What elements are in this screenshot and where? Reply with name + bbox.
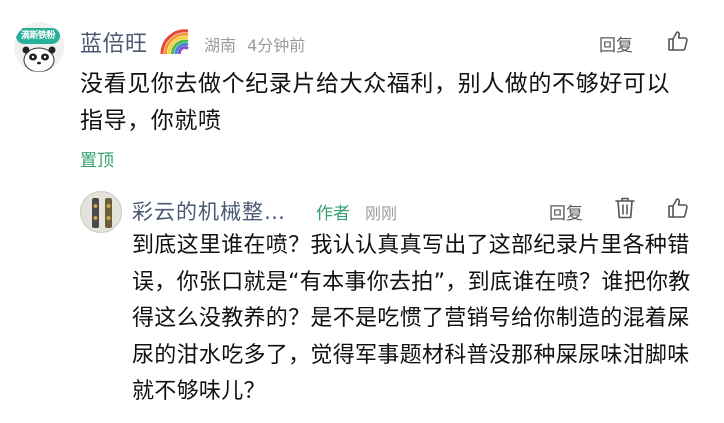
reply-avatar[interactable] — [80, 191, 122, 233]
reply-username[interactable]: 彩云的机械整… — [132, 196, 286, 226]
reply-thumbs-up-icon[interactable] — [666, 196, 690, 220]
comment-meta: 湖南 4分钟前 — [204, 32, 305, 56]
trash-icon[interactable] — [614, 196, 636, 220]
avatar-image-icon — [81, 192, 121, 232]
reply-time: 刚刚 — [365, 204, 398, 223]
thumbs-up-icon[interactable] — [666, 29, 690, 53]
comment-location: 湖南 — [204, 36, 237, 55]
pin-label[interactable]: 置顶 — [80, 146, 114, 171]
comment-body: 没看见你去做个纪录片给大众福利，别人做的不够好可以指导，你就喷 — [80, 71, 670, 134]
rainbow-icon — [160, 29, 189, 55]
avatar-panda-icon — [22, 46, 56, 72]
reply-body: 到底这里谁在喷？我认认真真写出了这部纪录片里各种错误，你张口就是“有本事你去拍”… — [132, 233, 691, 404]
comment-username[interactable]: 蓝倍旺 — [80, 26, 148, 58]
reply-button[interactable]: 回复 — [599, 31, 633, 56]
reply-reply-button[interactable]: 回复 — [549, 199, 583, 224]
avatar[interactable]: 滴斯铁粉 — [14, 22, 64, 72]
author-badge: 作者 — [316, 204, 350, 224]
comment-time: 4分钟前 — [247, 36, 306, 55]
